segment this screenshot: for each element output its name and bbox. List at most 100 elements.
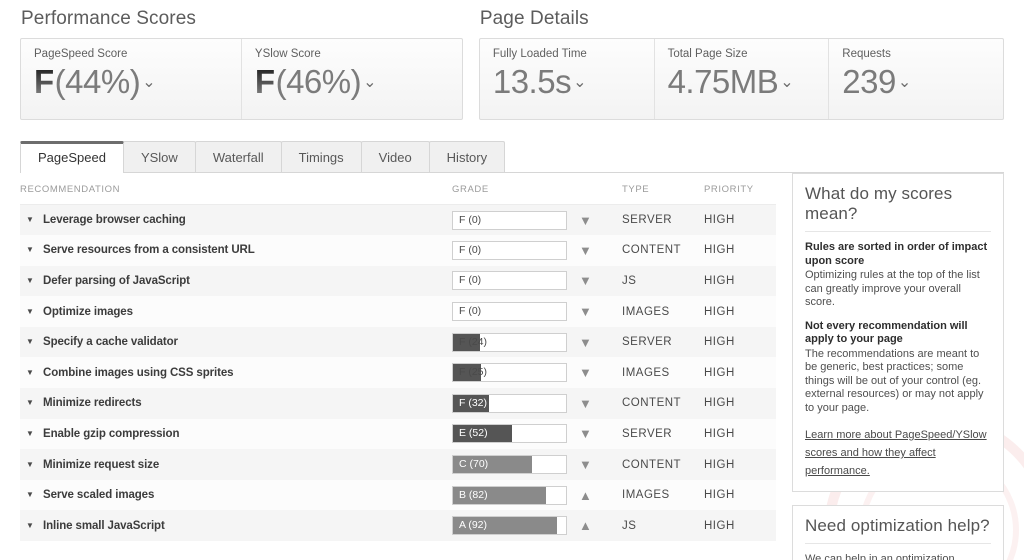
tab-waterfall[interactable]: Waterfall — [194, 141, 282, 172]
triangle-down-icon[interactable]: ▼ — [26, 338, 34, 346]
cell-grade: F (0) ▼ — [452, 296, 622, 327]
chevron-down-icon[interactable]: ⌄ — [780, 75, 793, 91]
table-row[interactable]: ▼ Minimize request size C (70) ▼ CONTENT HIGH — [20, 449, 776, 480]
grade-bar: E (52) — [452, 424, 567, 444]
triangle-down-icon[interactable]: ▼ — [26, 460, 34, 469]
table-row[interactable]: ▼ Leverage browser caching F (0) ▼ SERVER HIG… — [20, 204, 776, 236]
recommendation-label: Serve resources from a consistent URL — [43, 244, 255, 257]
cell-type: CONTENT — [622, 449, 704, 480]
scores-block2-heading: Not every recommendation will apply to y… — [805, 319, 968, 346]
table-row[interactable]: ▼ Minimize redirects F (32) ▼ CONTENT HIGH — [20, 388, 776, 419]
triangle-down-icon[interactable]: ▼ — [26, 216, 34, 224]
page-details-panel: Fully Loaded Time 13.5s ⌄ Total Page Size… — [478, 38, 1004, 120]
chevron-down-icon[interactable]: ⌄ — [898, 75, 911, 91]
triangle-down-icon[interactable]: ▼ — [26, 307, 34, 316]
table-row[interactable]: ▼ Defer parsing of JavaScript F (0) ▼ JS HIGH — [20, 265, 776, 297]
metric-pagespeed-score[interactable]: PageSpeed Score F(44%) ⌄ — [21, 39, 241, 119]
metric-yslow-score[interactable]: YSlow Score F(46%) ⌄ — [240, 39, 462, 119]
help-body: We can help in an optimization solution … — [805, 553, 955, 560]
grade-bar: F (0) — [452, 271, 567, 291]
cell-priority: HIGH — [704, 296, 776, 327]
chevron-down-icon[interactable]: ⌄ — [142, 75, 155, 91]
tab-timings[interactable]: Timings — [280, 141, 362, 172]
tab-history[interactable]: History — [428, 141, 506, 172]
chevron-down-icon[interactable]: ▼ — [579, 397, 592, 410]
header-recommendation[interactable]: RECOMMENDATION — [20, 173, 452, 205]
triangle-down-icon[interactable]: ▼ — [26, 276, 34, 285]
table-row[interactable]: ▼ Inline small JavaScript A (92) ▲ JS HIGH — [20, 510, 776, 542]
chevron-down-icon[interactable]: ▼ — [579, 305, 592, 318]
metric-requests[interactable]: Requests 239 ⌄ — [828, 39, 1003, 119]
chevron-down-icon[interactable]: ⌄ — [573, 75, 586, 91]
chevron-up-icon[interactable]: ▲ — [579, 489, 592, 502]
chevron-up-icon[interactable]: ▲ — [579, 519, 592, 532]
cell-type: JS — [622, 510, 704, 542]
triangle-down-icon[interactable]: ▼ — [26, 246, 34, 254]
recommendation-label: Serve scaled images — [43, 489, 155, 502]
cell-priority: HIGH — [704, 204, 776, 236]
learn-more-link[interactable]: Learn more about PageSpeed/YSlow scores … — [805, 429, 987, 477]
recommendation-label: Enable gzip compression — [43, 427, 180, 440]
grade-bar: F (0) — [452, 210, 567, 230]
grade-label: F (24) — [459, 335, 488, 348]
triangle-down-icon[interactable]: ▼ — [26, 521, 34, 530]
grade-label: F (0) — [459, 274, 482, 287]
triangle-down-icon[interactable]: ▼ — [26, 491, 34, 499]
table-row[interactable]: ▼ Serve scaled images B (82) ▲ IMAGES HIGH — [20, 479, 776, 511]
cell-priority: HIGH — [704, 326, 776, 358]
chevron-down-icon[interactable]: ▼ — [579, 274, 592, 287]
recommendation-label: Combine images using CSS sprites — [43, 366, 234, 379]
cell-priority: HIGH — [704, 265, 776, 297]
scores-block1-heading: Rules are sorted in order of impact upon… — [805, 241, 988, 267]
card-title: Need optimization help? — [805, 516, 991, 544]
triangle-down-icon[interactable]: ▼ — [26, 368, 34, 377]
scores-explanation-card: What do my scores mean? Rules are sorted… — [792, 173, 1004, 492]
table-row[interactable]: ▼ Specify a cache validator F (24) ▼ SERVER H… — [20, 326, 776, 358]
grade-label: E (52) — [459, 427, 488, 440]
metric-total-page-size[interactable]: Total Page Size 4.75MB ⌄ — [653, 39, 829, 119]
cell-grade: F (25) ▼ — [452, 357, 622, 389]
grade-label: F (32) — [459, 396, 488, 409]
grade-label: F (0) — [459, 243, 482, 256]
table-row[interactable]: ▼ Enable gzip compression E (52) ▼ SERVER HIG… — [20, 418, 776, 450]
table-row[interactable]: ▼ Optimize images F (0) ▼ IMAGES HIGH — [20, 296, 776, 327]
metric-fully-loaded-time[interactable]: Fully Loaded Time 13.5s ⌄ — [480, 39, 654, 119]
cell-type: IMAGES — [622, 296, 704, 327]
metric-value: 239 ⌄ — [842, 61, 991, 103]
tab-yslow[interactable]: YSlow — [122, 141, 196, 172]
chevron-down-icon[interactable]: ▼ — [579, 214, 592, 227]
cell-grade: B (82) ▲ — [452, 479, 622, 511]
triangle-down-icon[interactable]: ▼ — [26, 429, 34, 438]
triangle-down-icon[interactable]: ▼ — [26, 399, 34, 407]
recommendations-table: RECOMMENDATION GRADE TYPE PRIORITY ▼ Leve… — [20, 173, 776, 542]
tab-pagespeed[interactable]: PageSpeed — [20, 141, 124, 173]
yslow-grade-letter: F — [254, 63, 275, 100]
table-row[interactable]: ▼ Combine images using CSS sprites F (25) ▼… — [20, 357, 776, 389]
grade-bar: A (92) — [452, 516, 567, 536]
cell-type: CONTENT — [622, 388, 704, 419]
cell-recommendation: ▼ Serve scaled images — [20, 479, 452, 511]
cell-priority: HIGH — [704, 449, 776, 480]
header-priority[interactable]: PRIORITY — [704, 173, 776, 205]
grade-bar: C (70) — [452, 455, 567, 475]
metric-label: Requests — [842, 48, 891, 60]
cell-priority: HIGH — [704, 418, 776, 450]
grade-bar: F (32) — [452, 393, 567, 413]
cell-recommendation: ▼ Minimize redirects — [20, 388, 452, 419]
chevron-down-icon[interactable]: ▼ — [579, 427, 592, 440]
chevron-down-icon[interactable]: ▼ — [579, 244, 592, 257]
chevron-down-icon[interactable]: ⌄ — [363, 75, 376, 91]
cell-recommendation: ▼ Minimize request size — [20, 449, 452, 480]
table-row[interactable]: ▼ Serve resources from a consistent URL F … — [20, 235, 776, 266]
main-content: RECOMMENDATION GRADE TYPE PRIORITY ▼ Leve… — [20, 173, 1004, 560]
header-type[interactable]: TYPE — [622, 173, 704, 205]
chevron-down-icon[interactable]: ▼ — [579, 458, 592, 471]
chevron-down-icon[interactable]: ▼ — [579, 366, 592, 379]
cell-grade: A (92) ▲ — [452, 510, 622, 542]
cell-grade: F (32) ▼ — [452, 388, 622, 419]
cell-recommendation: ▼ Enable gzip compression — [20, 418, 452, 450]
header-grade[interactable]: GRADE — [452, 173, 622, 205]
tab-video[interactable]: Video — [360, 141, 430, 172]
chevron-down-icon[interactable]: ▼ — [579, 336, 592, 349]
performance-scores-panel: PageSpeed Score F(44%) ⌄ YSlow Score F(46… — [20, 38, 463, 120]
